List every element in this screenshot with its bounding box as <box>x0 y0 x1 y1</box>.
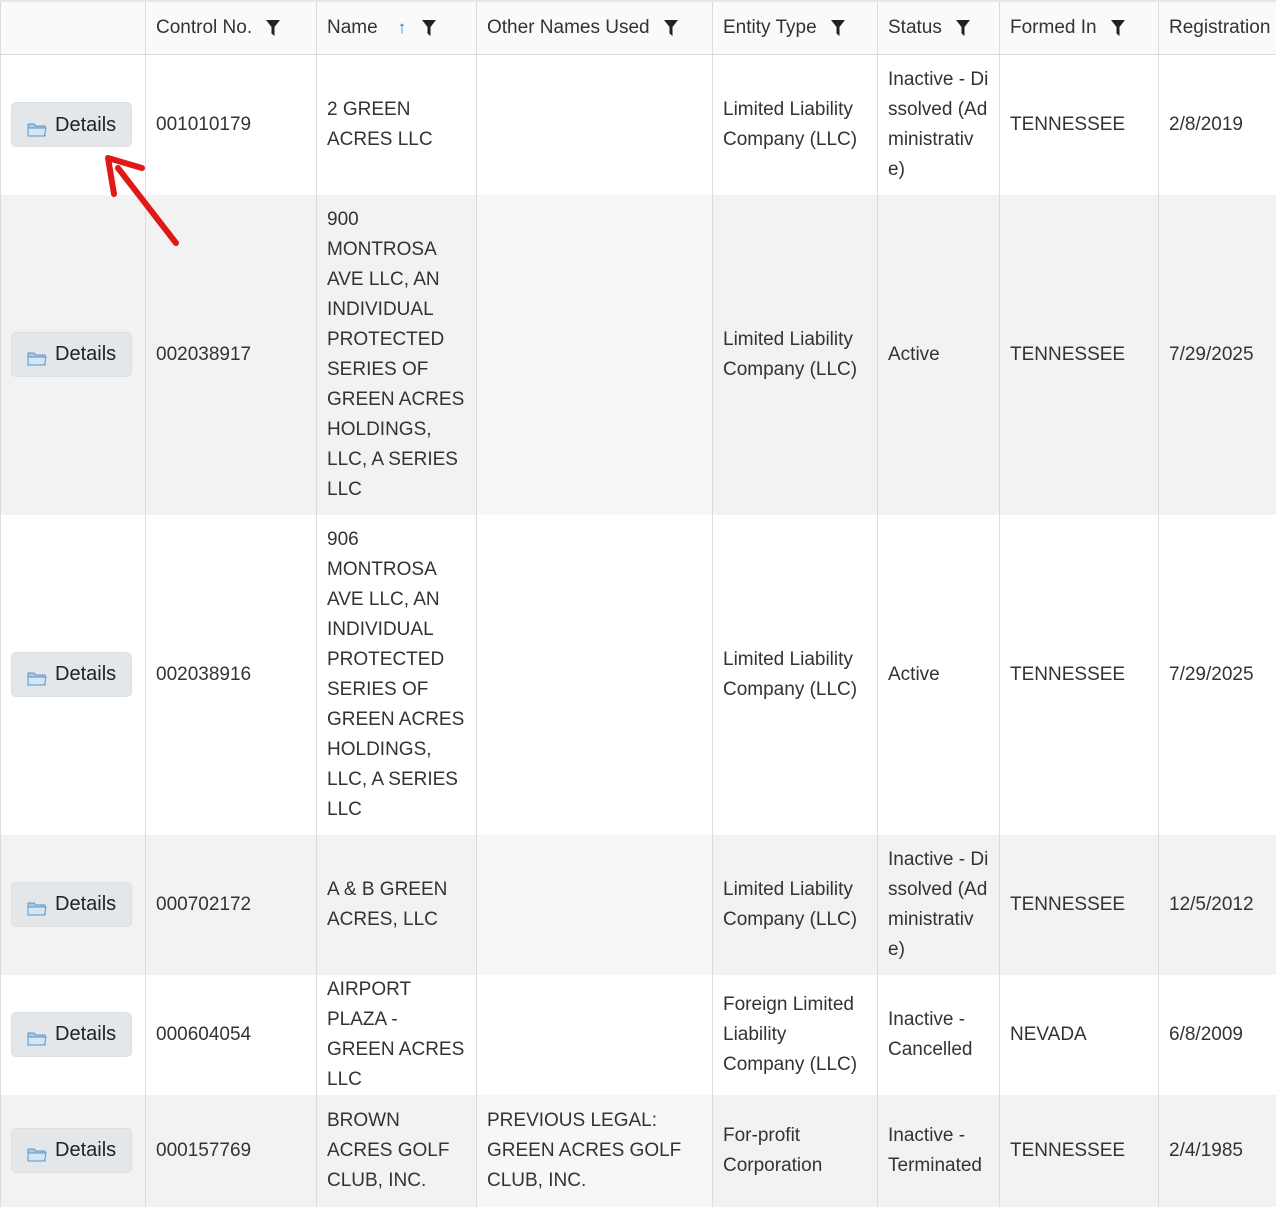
formed-in-cell: TENNESSEE <box>1000 1095 1159 1207</box>
status-cell: Inactive - Terminated <box>878 1095 1000 1207</box>
name-cell: 2 GREEN ACRES LLC <box>317 55 477 195</box>
details-cell: Details <box>1 515 146 835</box>
details-button[interactable]: Details <box>11 652 132 697</box>
control-no-cell: 000604054 <box>146 975 317 1095</box>
filter-icon[interactable] <box>1111 20 1125 36</box>
entity-type-cell: For-profit Corporation <box>713 1095 878 1207</box>
formed-in-cell: TENNESSEE <box>1000 515 1159 835</box>
control-no-cell: 002038917 <box>146 195 317 515</box>
column-label: Status <box>888 17 942 39</box>
column-header-name[interactable]: Name ↑ <box>317 1 477 55</box>
entity-type-cell: Limited Liability Company (LLC) <box>713 55 878 195</box>
status-cell: Active <box>878 515 1000 835</box>
filter-icon[interactable] <box>422 20 436 36</box>
registration-cell: 2/4/1985 <box>1159 1095 1276 1207</box>
filter-icon[interactable] <box>266 20 280 36</box>
column-header-control-no[interactable]: Control No. <box>146 1 317 55</box>
filter-icon[interactable] <box>664 20 678 36</box>
details-button[interactable]: Details <box>11 332 132 377</box>
formed-in-cell: TENNESSEE <box>1000 195 1159 515</box>
status-cell: Active <box>878 195 1000 515</box>
control-no-cell: 000702172 <box>146 835 317 975</box>
folder-icon <box>27 117 47 133</box>
entity-type-cell: Foreign Limited Liability Company (LLC) <box>713 975 878 1095</box>
folder-icon <box>27 1142 47 1158</box>
details-cell: Details <box>1 55 146 195</box>
name-cell: 900 MONTROSA AVE LLC, AN INDIVIDUAL PROT… <box>317 195 477 515</box>
table-row: Details 002038917 900 MONTROSA AVE LLC, … <box>1 195 1276 515</box>
column-header-status[interactable]: Status <box>878 1 1000 55</box>
column-label: Other Names Used <box>487 17 650 39</box>
column-label: Entity Type <box>723 17 817 39</box>
entity-type-cell: Limited Liability Company (LLC) <box>713 515 878 835</box>
folder-icon <box>27 346 47 362</box>
details-cell: Details <box>1 835 146 975</box>
folder-icon <box>27 666 47 682</box>
other-names-cell <box>477 835 713 975</box>
details-cell: Details <box>1 1095 146 1207</box>
details-column-header <box>1 1 146 55</box>
column-label: Formed In <box>1010 17 1097 39</box>
details-button-label: Details <box>55 1019 116 1049</box>
column-label: Registration <box>1169 17 1270 39</box>
name-cell: A & B GREEN ACRES, LLC <box>317 835 477 975</box>
control-no-cell: 001010179 <box>146 55 317 195</box>
filter-icon[interactable] <box>956 20 970 36</box>
table-row: Details 000157769 BROWN ACRES GOLF CLUB,… <box>1 1095 1276 1207</box>
column-label: Name <box>327 17 378 39</box>
folder-icon <box>27 896 47 912</box>
other-names-cell <box>477 975 713 1095</box>
name-cell: BROWN ACRES GOLF CLUB, INC. <box>317 1095 477 1207</box>
details-button-label: Details <box>55 889 116 919</box>
details-cell: Details <box>1 195 146 515</box>
sort-ascending-icon[interactable]: ↑ <box>398 18 407 38</box>
details-button[interactable]: Details <box>11 1128 132 1173</box>
column-header-other-names[interactable]: Other Names Used <box>477 1 713 55</box>
entity-type-cell: Limited Liability Company (LLC) <box>713 835 878 975</box>
results-table: Control No. Name ↑ Other Names Used Entit… <box>0 0 1276 1207</box>
details-button[interactable]: Details <box>11 1012 132 1057</box>
filter-icon[interactable] <box>831 20 845 36</box>
other-names-cell <box>477 195 713 515</box>
details-button[interactable]: Details <box>11 882 132 927</box>
entity-type-cell: Limited Liability Company (LLC) <box>713 195 878 515</box>
registration-cell: 12/5/2012 <box>1159 835 1276 975</box>
formed-in-cell: TENNESSEE <box>1000 835 1159 975</box>
formed-in-cell: NEVADA <box>1000 975 1159 1095</box>
column-header-formed-in[interactable]: Formed In <box>1000 1 1159 55</box>
details-button[interactable]: Details <box>11 102 132 147</box>
status-cell: Inactive - Dissolved (Administrative) <box>878 835 1000 975</box>
header-row: Control No. Name ↑ Other Names Used Entit… <box>1 1 1276 55</box>
control-no-cell: 000157769 <box>146 1095 317 1207</box>
column-label: Control No. <box>156 17 252 39</box>
details-button-label: Details <box>55 1135 116 1165</box>
formed-in-cell: TENNESSEE <box>1000 55 1159 195</box>
table-row: Details 001010179 2 GREEN ACRES LLC Limi… <box>1 55 1276 195</box>
table-row: Details 002038916 906 MONTROSA AVE LLC, … <box>1 515 1276 835</box>
table-row: Details 000604054 AIRPORT PLAZA - GREEN … <box>1 975 1276 1095</box>
registration-cell: 7/29/2025 <box>1159 515 1276 835</box>
control-no-cell: 002038916 <box>146 515 317 835</box>
name-cell: AIRPORT PLAZA - GREEN ACRES LLC <box>317 975 477 1095</box>
details-button-label: Details <box>55 659 116 689</box>
column-header-entity-type[interactable]: Entity Type <box>713 1 878 55</box>
registration-cell: 2/8/2019 <box>1159 55 1276 195</box>
registration-cell: 7/29/2025 <box>1159 195 1276 515</box>
name-cell: 906 MONTROSA AVE LLC, AN INDIVIDUAL PROT… <box>317 515 477 835</box>
other-names-cell: PREVIOUS LEGAL: GREEN ACRES GOLF CLUB, I… <box>477 1095 713 1207</box>
registration-cell: 6/8/2009 <box>1159 975 1276 1095</box>
folder-icon <box>27 1026 47 1042</box>
other-names-cell <box>477 515 713 835</box>
details-button-label: Details <box>55 110 116 140</box>
table-row: Details 000702172 A & B GREEN ACRES, LLC… <box>1 835 1276 975</box>
other-names-cell <box>477 55 713 195</box>
status-cell: Inactive - Cancelled <box>878 975 1000 1095</box>
details-button-label: Details <box>55 339 116 369</box>
column-header-registration[interactable]: Registration <box>1159 1 1276 55</box>
details-cell: Details <box>1 975 146 1095</box>
status-cell: Inactive - Dissolved (Administrative) <box>878 55 1000 195</box>
